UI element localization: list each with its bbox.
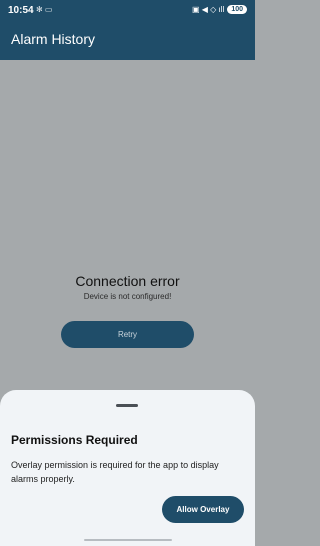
permissions-bottom-sheet: Permissions Required Overlay permission … [0, 390, 255, 546]
status-bar: 10:54 ✻ ▭ ▣ ◀ ◇ ıll 100 [0, 0, 255, 22]
gesture-nav-bar[interactable] [84, 539, 172, 541]
app-bar: Alarm History [0, 22, 255, 60]
drag-handle[interactable] [116, 404, 138, 407]
page-title: Alarm History [11, 31, 96, 47]
signal-icons: ▣ ◀ ◇ ıll [192, 5, 225, 14]
error-title: Connection error [75, 273, 180, 289]
retry-button[interactable]: Retry [61, 321, 194, 348]
status-time: 10:54 [8, 5, 34, 16]
error-message: Device is not configured! [83, 292, 172, 301]
battery-icon: 100 [227, 5, 247, 14]
status-icons: ▣ ◀ ◇ ıll 100 [192, 5, 247, 14]
notification-icons: ✻ ▭ [36, 5, 53, 14]
allow-overlay-button[interactable]: Allow Overlay [162, 496, 244, 523]
sheet-message: Overlay permission is required for the a… [11, 460, 219, 484]
sheet-title: Permissions Required [11, 433, 138, 447]
